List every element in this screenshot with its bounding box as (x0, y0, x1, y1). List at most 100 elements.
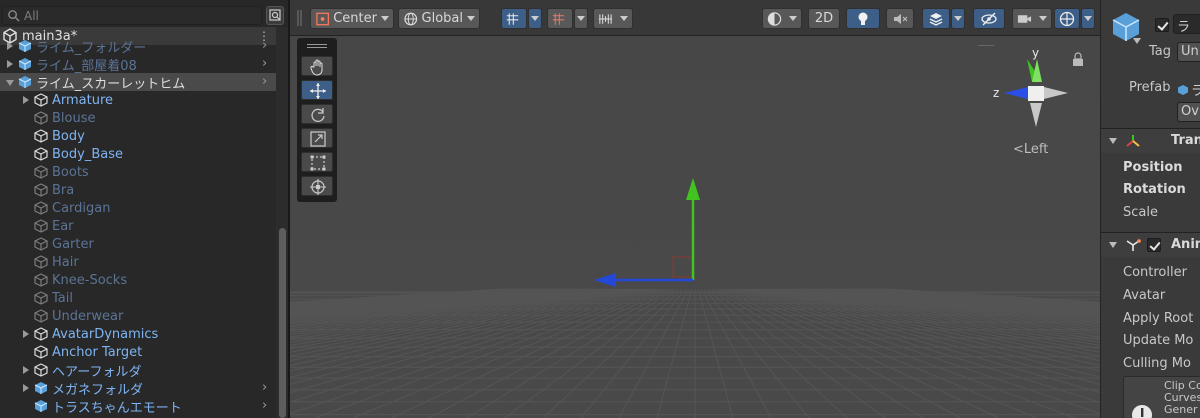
overrides-dropdown[interactable]: Ov (1177, 102, 1200, 122)
info-line-3: Gener (1164, 403, 1198, 416)
effects-dropdown[interactable] (951, 8, 965, 29)
pivot-mode-dropdown[interactable]: Center (310, 8, 394, 29)
expand-arrow-icon[interactable] (20, 379, 32, 397)
hierarchy-row[interactable]: ヘアーフォルダ (0, 361, 276, 380)
increment-snapping-toggle[interactable] (547, 8, 573, 29)
orientation-center-cube[interactable] (1028, 86, 1044, 101)
no-arrow (20, 343, 32, 361)
expand-arrow-icon[interactable] (4, 37, 16, 55)
scene-view[interactable]: Center Global 2D y z <Left (290, 0, 1100, 418)
hierarchy-row[interactable]: Body (0, 127, 276, 145)
no-arrow (20, 289, 32, 307)
transform-component-header[interactable]: Tran (1101, 129, 1200, 153)
rect-transform-icon (310, 155, 326, 171)
open-prefab-chevron-icon[interactable]: › (262, 75, 272, 89)
space-mode-dropdown[interactable]: Global (398, 8, 480, 29)
scene-toolbar: Center Global 2D (290, 0, 1100, 36)
hierarchy-row[interactable]: Bra (0, 181, 276, 199)
rect-tool-button[interactable] (301, 152, 333, 172)
hand-tool-button[interactable] (301, 56, 333, 76)
expand-arrow-icon[interactable] (20, 91, 32, 109)
hierarchy-row[interactable]: Cardigan (0, 199, 276, 217)
view-orientation-label[interactable]: <Left (1013, 142, 1048, 157)
2d-mode-toggle[interactable]: 2D (808, 8, 840, 29)
hierarchy-scrollbar-thumb[interactable] (279, 228, 286, 418)
object-name-field[interactable]: ラ (1173, 14, 1200, 34)
expand-arrow-icon[interactable] (20, 325, 32, 343)
hierarchy-search-row: All (0, 2, 288, 26)
hierarchy-search-input[interactable]: All (2, 6, 262, 25)
gameobject-cube-icon (34, 201, 48, 215)
2d-mode-label: 2D (814, 11, 834, 26)
prefab-icon (1178, 84, 1188, 95)
move-tool-button[interactable] (301, 80, 333, 100)
snap-settings-dropdown[interactable] (593, 8, 633, 29)
tag-dropdown[interactable]: Un (1177, 42, 1200, 62)
gameobject-cube-icon (34, 219, 48, 233)
expand-arrow-icon[interactable] (20, 361, 32, 379)
no-arrow (20, 235, 32, 253)
scene-canvas[interactable]: y z (290, 37, 1100, 418)
no-arrow (20, 181, 32, 199)
hierarchy-row[interactable]: Blouse (0, 109, 276, 127)
search-filter-icon (269, 9, 281, 21)
hierarchy-row[interactable]: Boots (0, 163, 276, 181)
hierarchy-search-filter-button[interactable] (266, 6, 284, 25)
hierarchy-row-label: Body (52, 128, 85, 144)
hierarchy-row[interactable]: Body_Base (0, 145, 276, 163)
grid-snapping-toggle[interactable] (501, 8, 527, 29)
hierarchy-row[interactable]: AvatarDynamics (0, 325, 276, 343)
camera-settings-dropdown[interactable] (1012, 8, 1052, 29)
info-icon (1132, 405, 1152, 418)
hierarchy-row[interactable]: Underwear (0, 307, 276, 325)
no-arrow (20, 271, 32, 289)
hierarchy-row[interactable]: Armature (0, 91, 276, 109)
mute-speaker-icon (894, 13, 908, 24)
gizmos-dropdown[interactable] (1081, 8, 1095, 29)
animator-title: Anim (1171, 237, 1200, 252)
open-prefab-chevron-icon[interactable]: › (262, 57, 272, 71)
hierarchy-row[interactable]: Garter (0, 235, 276, 253)
object-active-checkbox[interactable] (1155, 18, 1169, 32)
animator-info-box: Clip Co Curves Gener (1123, 376, 1200, 418)
hierarchy-row[interactable]: ライム_部屋着08 › (0, 55, 276, 74)
gameobject-cube-icon (34, 273, 48, 287)
open-prefab-chevron-icon[interactable]: › (262, 399, 272, 413)
hierarchy-row[interactable]: トラスちゃんエモート › (0, 397, 276, 416)
lighting-toggle[interactable] (846, 8, 880, 29)
tools-overlay (297, 38, 337, 202)
effects-toggle[interactable] (922, 8, 950, 29)
increment-snapping-dropdown[interactable] (574, 8, 588, 29)
lightbulb-icon (858, 12, 868, 25)
hierarchy-list: ライム_フォルダー › ライム_部屋着08 › ライム_スカーレットヒム › Armatur… (0, 37, 276, 416)
open-prefab-chevron-icon[interactable]: › (262, 381, 272, 395)
hierarchy-row[interactable]: ライム_フォルダー › (0, 37, 276, 56)
gameobject-cube-icon (34, 345, 48, 359)
audio-toggle[interactable] (886, 8, 914, 29)
gizmos-toggle[interactable] (1054, 8, 1080, 29)
move-arrows-icon (310, 83, 326, 99)
hierarchy-row[interactable]: Ear (0, 217, 276, 235)
open-prefab-chevron-icon[interactable]: › (262, 39, 272, 53)
prefab-asset-field[interactable]: ラ (1177, 80, 1200, 99)
grid-snapping-dropdown[interactable] (528, 8, 542, 29)
hierarchy-row[interactable]: Anchor Target (0, 343, 276, 361)
hierarchy-panel: All main3a* ⋮ ライム_フォルダー › ライム_部屋着08 › ライム_スカ… (0, 0, 288, 418)
transform-tool-button[interactable] (301, 176, 333, 196)
hierarchy-row[interactable]: Hair (0, 253, 276, 271)
gameobject-cube-icon (34, 291, 48, 305)
hierarchy-row[interactable]: メガネフォルダ › (0, 379, 276, 398)
rotate-tool-button[interactable] (301, 104, 333, 124)
expand-arrow-open-icon[interactable] (4, 73, 16, 91)
scale-tool-button[interactable] (301, 128, 333, 148)
hierarchy-row[interactable]: ライム_スカーレットヒム › (0, 73, 276, 92)
hierarchy-row[interactable]: Tail (0, 289, 276, 307)
expand-arrow-icon[interactable] (4, 55, 16, 73)
hierarchy-row-label: Armature (52, 92, 114, 108)
animator-enabled-checkbox[interactable] (1147, 238, 1161, 252)
draw-mode-dropdown[interactable] (762, 8, 802, 29)
hierarchy-row[interactable]: Knee-Socks (0, 271, 276, 289)
animator-component-header[interactable]: Anim (1101, 233, 1200, 257)
scene-visibility-toggle[interactable] (973, 8, 1005, 29)
chevron-down-icon[interactable] (1133, 38, 1141, 44)
